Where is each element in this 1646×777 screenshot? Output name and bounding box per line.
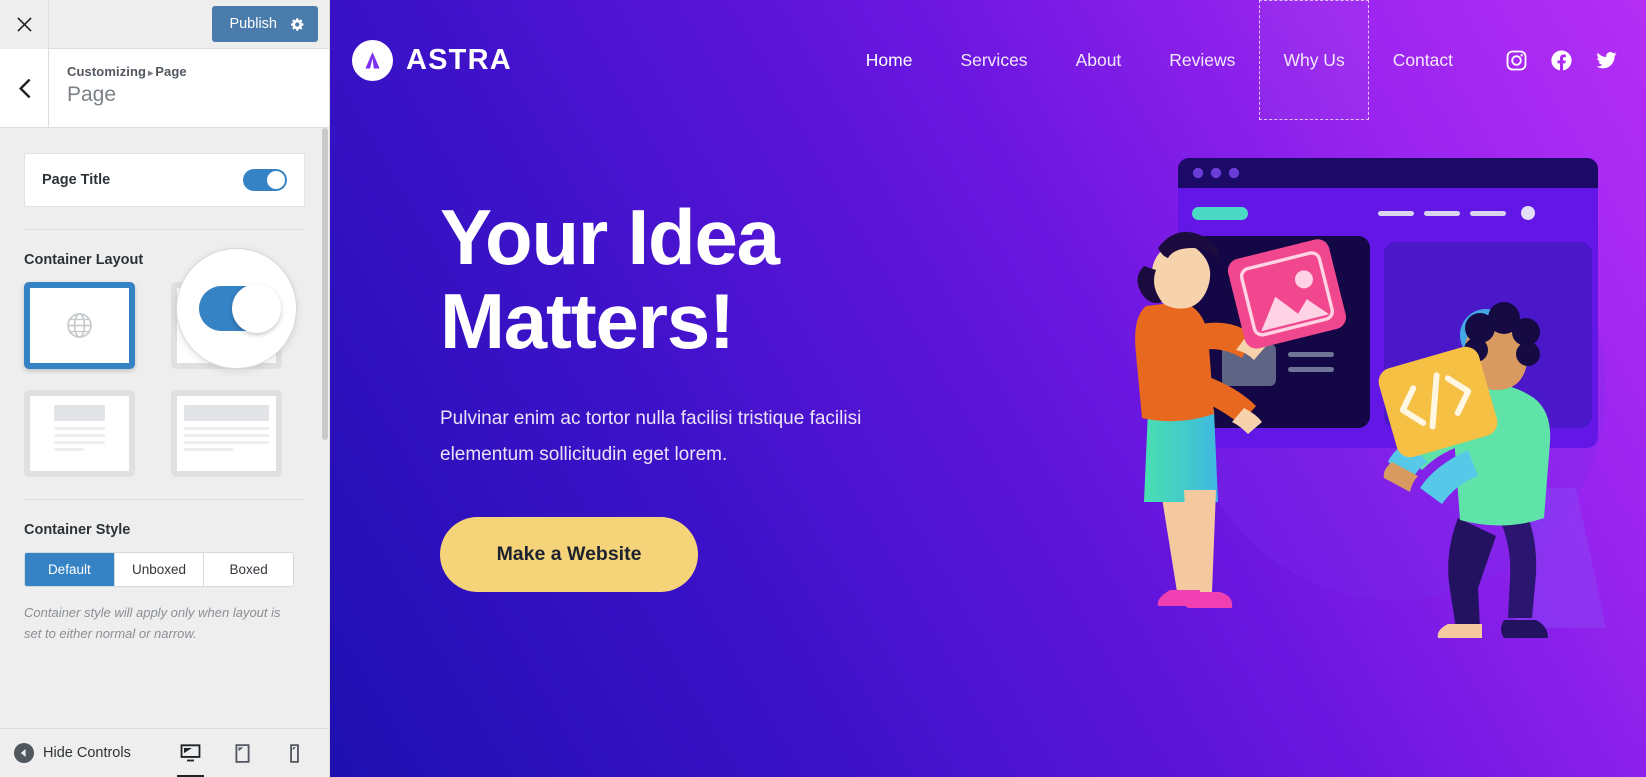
page-title-control: Page Title: [24, 153, 305, 207]
hero-heading: Your Idea Matters!: [440, 193, 780, 366]
sidebar-scrollbar[interactable]: [322, 128, 328, 440]
toggle-knob: [267, 171, 285, 189]
mini-line: [184, 441, 269, 444]
customizer-topbar: Publish: [0, 0, 329, 49]
mini-line: [184, 448, 234, 451]
container-style-helper-text: Container style will apply only when lay…: [24, 605, 281, 642]
site-preview: ASTRA Home Services About Reviews Why Us…: [330, 0, 1646, 777]
zoom-lens-overlay: [176, 248, 297, 369]
mobile-icon[interactable]: [278, 729, 311, 777]
hide-controls-label: Hide Controls: [43, 745, 131, 761]
gear-icon[interactable]: [290, 6, 318, 42]
mini-line: [54, 434, 105, 437]
instagram-icon[interactable]: [1505, 49, 1528, 72]
brand-name: ASTRA: [406, 43, 512, 76]
gear-glyph: [291, 17, 304, 31]
nav-item-services[interactable]: Services: [936, 0, 1051, 120]
desktop-glyph: [180, 743, 201, 761]
divider: [24, 229, 305, 230]
collapse-icon: [14, 743, 34, 763]
facebook-icon[interactable]: [1550, 49, 1573, 72]
twitter-glyph: [1596, 51, 1617, 68]
page-title-label: Page Title: [42, 172, 111, 188]
breadcrumb-current: Page: [155, 64, 187, 79]
mini-heading: [54, 405, 105, 421]
container-style-segmented-control: Default Unboxed Boxed: [24, 552, 294, 587]
publish-button[interactable]: Publish: [212, 6, 318, 42]
mini-heading: [184, 405, 269, 421]
container-style-section: Container Style Default Unboxed Boxed Co…: [0, 522, 329, 645]
mini-document: [30, 396, 129, 471]
layout-option-full-width[interactable]: [24, 282, 135, 369]
customizer-sidebar: Publish Customizing ▸ Page Page Page Title: [0, 0, 330, 777]
hero-content: Your Idea Matters! Pulvinar enim ac tort…: [352, 120, 972, 592]
nav-item-why-us[interactable]: Why Us: [1259, 0, 1369, 120]
customizer-panel-header: Customizing ▸ Page Page: [0, 49, 329, 128]
hero-subtext: Pulvinar enim ac tortor nulla facilisi t…: [440, 408, 862, 465]
layout-preview: [30, 288, 129, 363]
breadcrumb-separator: ▸: [148, 68, 154, 79]
mini-line: [184, 427, 269, 430]
chevron-left-glyph: [18, 78, 31, 98]
divider: [24, 499, 305, 500]
nav-item-about[interactable]: About: [1052, 0, 1146, 120]
social-links: [1477, 49, 1646, 72]
make-a-website-button[interactable]: Make a Website: [440, 516, 698, 592]
nav-item-contact[interactable]: Contact: [1369, 0, 1477, 120]
site-header: ASTRA Home Services About Reviews Why Us…: [330, 0, 1646, 120]
panel-titles: Customizing ▸ Page Page: [49, 49, 329, 127]
layout-preview: [177, 396, 276, 471]
mini-line: [184, 434, 269, 437]
layout-preview: [30, 396, 129, 471]
mini-document: [177, 396, 276, 471]
hide-controls-button[interactable]: Hide Controls: [14, 743, 131, 763]
customizer-footer: Hide Controls: [0, 728, 329, 777]
instagram-glyph: [1506, 50, 1527, 70]
page-title-section: Page Title: [0, 153, 329, 207]
site-nav-menu: Home Services About Reviews Why Us Conta…: [842, 0, 1646, 120]
nav-item-reviews[interactable]: Reviews: [1145, 0, 1259, 120]
magnified-toggle: [199, 284, 281, 333]
breadcrumb: Customizing ▸ Page: [67, 64, 329, 79]
mini-line: [54, 427, 105, 430]
mobile-glyph: [290, 743, 299, 763]
caret-left-glyph: [20, 749, 26, 757]
chevron-left-icon[interactable]: [0, 49, 49, 127]
customizer-controls: Page Title Container Layout Container St…: [0, 128, 329, 728]
astra-logo-icon: [352, 39, 393, 81]
breadcrumb-root: Customizing: [67, 64, 147, 79]
layout-option-narrow[interactable]: [24, 390, 135, 477]
mini-line: [54, 448, 84, 451]
page-title-toggle[interactable]: [243, 169, 287, 191]
close-glyph: [16, 16, 32, 32]
style-option-boxed[interactable]: Boxed: [204, 553, 293, 586]
tablet-glyph: [235, 743, 250, 763]
publish-label: Publish: [229, 16, 277, 32]
style-option-unboxed[interactable]: Unboxed: [114, 553, 205, 586]
site-logo[interactable]: ASTRA: [352, 39, 512, 81]
page-title: Page: [67, 83, 117, 106]
astra-mark-glyph: [365, 51, 380, 69]
twitter-icon[interactable]: [1595, 49, 1618, 72]
desktop-icon[interactable]: [174, 729, 207, 777]
container-style-title: Container Style: [24, 522, 131, 538]
facebook-glyph: [1551, 50, 1572, 70]
nav-item-home[interactable]: Home: [842, 0, 937, 120]
magnified-toggle-knob: [232, 284, 281, 333]
style-option-default[interactable]: Default: [25, 553, 115, 586]
hero-section: Your Idea Matters! Pulvinar enim ac tort…: [330, 120, 1646, 592]
mini-line: [54, 441, 105, 444]
tablet-icon[interactable]: [226, 729, 259, 777]
globe-icon: [67, 313, 92, 338]
close-icon[interactable]: [0, 0, 49, 49]
device-preview-switcher: [174, 729, 311, 777]
layout-option-full-content[interactable]: [171, 390, 282, 477]
